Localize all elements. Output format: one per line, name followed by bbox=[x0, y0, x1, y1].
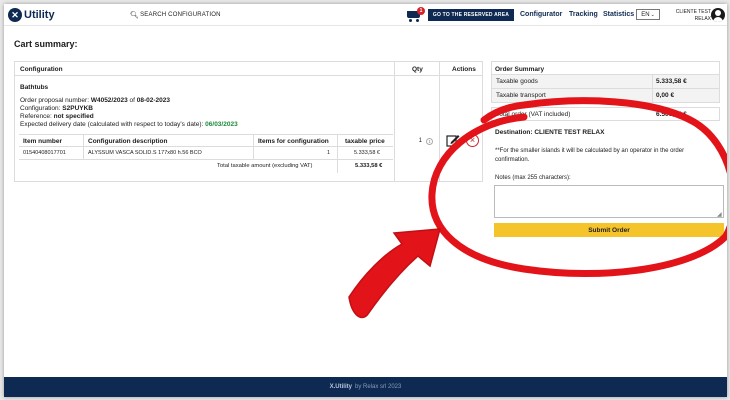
cart-wheel bbox=[416, 19, 419, 22]
reference-label: Reference: bbox=[20, 113, 52, 120]
order-summary-title: Order Summary bbox=[491, 61, 720, 75]
col-items-for-configuration: Items for configuration bbox=[258, 138, 329, 145]
col-actions: Actions bbox=[452, 66, 476, 73]
divider bbox=[337, 160, 338, 173]
app-window: ✕ Utility 🔍︎ SEARCH CONFIGURATION 1 GO T… bbox=[4, 4, 727, 397]
item-price: 5.333,58 € bbox=[354, 150, 380, 156]
col-taxable-price: taxable price bbox=[345, 138, 385, 145]
total-order-label: Total order (VAT included) bbox=[496, 111, 571, 118]
footer-brand: X.Utility bbox=[329, 384, 352, 390]
logo[interactable]: ✕ Utility bbox=[8, 8, 55, 22]
item-number: 01540408017701 bbox=[23, 150, 66, 156]
page-title: Cart summary: bbox=[14, 39, 78, 49]
user-name-line1: CLIENTE TEST bbox=[675, 9, 711, 15]
cart-button[interactable]: 1 bbox=[407, 7, 425, 22]
nav-statistics[interactable]: Statistics bbox=[603, 11, 634, 18]
footer-text: by Relax srl 2023 bbox=[354, 384, 402, 390]
taxable-goods-row: Taxable goods 5.333,58 € bbox=[491, 75, 720, 89]
col-qty: Qty bbox=[412, 66, 423, 73]
order-proposal-number: W4052/2023 bbox=[90, 97, 128, 104]
avatar-head bbox=[715, 10, 721, 16]
notes-field[interactable] bbox=[494, 185, 724, 218]
delete-icon[interactable]: × bbox=[466, 134, 479, 147]
divider bbox=[652, 75, 653, 88]
divider bbox=[83, 135, 84, 146]
nav-tracking[interactable]: Tracking bbox=[569, 11, 598, 18]
cart-wheel bbox=[409, 19, 412, 22]
configuration-label: Configuration: bbox=[20, 105, 61, 112]
delivery-label: Expected delivery date (calculated with … bbox=[20, 121, 204, 128]
submit-order-button[interactable]: Submit Order bbox=[494, 223, 724, 237]
divider bbox=[337, 135, 338, 146]
footer: X.Utility by Relax srl 2023 bbox=[4, 377, 727, 397]
chevron-down-icon: ⌄ bbox=[650, 11, 655, 18]
configuration-code-line: Configuration: S2PUYKB bbox=[20, 105, 93, 112]
logo-text: Utility bbox=[24, 9, 55, 21]
col-description: Configuration description bbox=[88, 138, 168, 145]
divider bbox=[337, 147, 338, 159]
taxable-goods-value: 5.333,58 € bbox=[656, 78, 687, 85]
nav-configurator[interactable]: Configurator bbox=[520, 11, 562, 18]
configuration-code: S2PUYKB bbox=[62, 105, 94, 112]
cart-count-badge: 1 bbox=[417, 7, 425, 15]
divider bbox=[253, 147, 254, 159]
notes-label: Notes (max 255 characters): bbox=[495, 175, 571, 181]
quantity-value: 1 bbox=[418, 138, 422, 144]
order-summary: Order Summary Taxable goods 5.333,58 € T… bbox=[491, 61, 724, 253]
total-value: 5.333,58 € bbox=[355, 163, 383, 169]
group-title: Bathtubs bbox=[20, 84, 49, 91]
quantity-stepper[interactable]: 1 ⇕ bbox=[396, 136, 440, 146]
order-date: 08-02-2023 bbox=[136, 97, 170, 104]
item-count: 1 bbox=[327, 150, 331, 156]
avatar-body bbox=[713, 17, 723, 22]
user-name-line2: RELAX bbox=[694, 16, 711, 22]
reference-value: not specified bbox=[53, 113, 94, 120]
order-proposal-label: Order proposal number: bbox=[20, 97, 90, 104]
item-description: ALYSSUM VASCA SOLID.S 177x80 h.56 BCO bbox=[88, 150, 202, 156]
user-name: CLIENTE TEST RELAX bbox=[671, 9, 711, 23]
divider bbox=[83, 147, 84, 159]
avatar[interactable] bbox=[711, 8, 725, 22]
language-select[interactable]: EN ⌄ bbox=[636, 9, 660, 20]
divider bbox=[394, 62, 395, 181]
divider bbox=[652, 89, 653, 102]
items-total-row: Total taxable amount (excluding VAT) 5.3… bbox=[19, 160, 393, 173]
items-table: Item number Configuration description It… bbox=[19, 134, 393, 173]
divider bbox=[439, 62, 440, 181]
stepper-icon[interactable]: ⇕ bbox=[426, 137, 433, 145]
island-note: **For the smaller islands it will be cal… bbox=[495, 148, 685, 163]
resize-handle-icon[interactable]: ◢ bbox=[717, 211, 722, 218]
configuration-table-header: Configuration Qty Actions bbox=[15, 62, 482, 76]
taxable-transport-row: Taxable transport 0,00 € bbox=[491, 89, 720, 103]
taxable-goods-label: Taxable goods bbox=[496, 78, 538, 85]
total-label: Total taxable amount (excluding VAT) bbox=[217, 163, 313, 169]
taxable-transport-value: 0,00 € bbox=[656, 92, 675, 99]
logo-icon: ✕ bbox=[8, 8, 22, 22]
pointer-arrow-icon bbox=[348, 228, 442, 319]
configuration-table: Configuration Qty Actions Bathtubs Order… bbox=[14, 61, 483, 182]
language-value: EN bbox=[641, 11, 650, 18]
divider bbox=[253, 135, 254, 146]
delivery-date: 06/03/2023 bbox=[205, 121, 238, 128]
col-item-number: Item number bbox=[23, 138, 63, 145]
destination: Destination: CLIENTE TEST RELAX bbox=[495, 129, 605, 136]
table-row: 01540408017701 ALYSSUM VASCA SOLID.S 177… bbox=[19, 147, 393, 160]
of-label: of bbox=[129, 97, 135, 104]
reserved-area-button[interactable]: GO TO THE RESERVED AREA bbox=[428, 9, 514, 21]
taxable-transport-label: Taxable transport bbox=[496, 92, 546, 99]
items-table-header: Item number Configuration description It… bbox=[19, 134, 393, 147]
order-proposal: Order proposal number: W4052/2023 of 08-… bbox=[20, 97, 170, 104]
search-label: SEARCH CONFIGURATION bbox=[140, 12, 221, 18]
reference-line: Reference: not specified bbox=[20, 113, 94, 120]
edit-icon[interactable] bbox=[446, 133, 460, 147]
delivery-line: Expected delivery date (calculated with … bbox=[20, 121, 238, 128]
col-configuration: Configuration bbox=[20, 66, 63, 73]
search-configuration-link[interactable]: 🔍︎ SEARCH CONFIGURATION bbox=[130, 11, 221, 19]
top-header: ✕ Utility 🔍︎ SEARCH CONFIGURATION 1 GO T… bbox=[4, 4, 727, 26]
search-icon: 🔍︎ bbox=[130, 12, 140, 19]
total-order-value: 6.506,97 € bbox=[656, 111, 687, 118]
total-order-row: Total order (VAT included) 6.506,97 € bbox=[491, 107, 720, 121]
